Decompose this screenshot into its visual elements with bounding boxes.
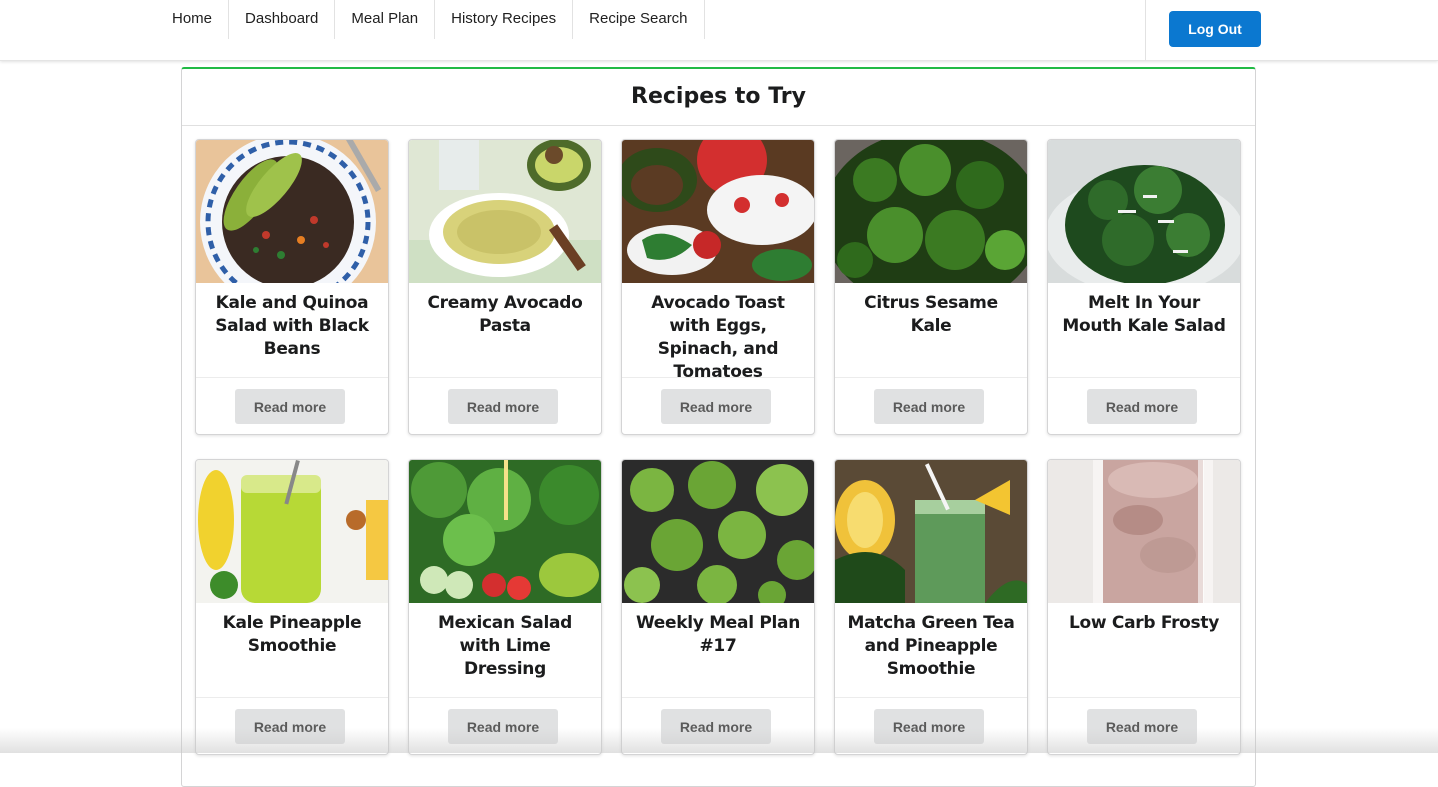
card-footer: Read more bbox=[835, 377, 1027, 434]
recipe-card: Kale and Quinoa Salad with Black Beans R… bbox=[195, 139, 389, 435]
read-more-button[interactable]: Read more bbox=[661, 709, 771, 744]
read-more-button[interactable]: Read more bbox=[874, 709, 984, 744]
recipe-card: Mexican Salad with Lime Dressing Read mo… bbox=[408, 459, 602, 755]
recipe-title: Kale and Quinoa Salad with Black Beans bbox=[215, 293, 369, 359]
avocado-toast-photo bbox=[622, 140, 814, 283]
nav-item-dashboard[interactable]: Dashboard bbox=[229, 0, 336, 39]
quinoa-salad-photo bbox=[196, 140, 388, 283]
top-navbar: Home Dashboard Meal Plan History Recipes… bbox=[0, 0, 1438, 61]
recipe-card: Citrus Sesame Kale Read more bbox=[834, 139, 1028, 435]
nav-item-history-recipes[interactable]: History Recipes bbox=[435, 0, 574, 39]
card-footer: Read more bbox=[409, 377, 601, 434]
recipe-card: Low Carb Frosty Read more bbox=[1047, 459, 1241, 755]
matcha-smoothie-photo bbox=[835, 460, 1027, 603]
card-footer: Read more bbox=[1048, 377, 1240, 434]
recipes-panel: Recipes to Try Kale and Quinoa Salad wit… bbox=[181, 67, 1256, 787]
roasted-broccoli-photo bbox=[622, 460, 814, 603]
recipe-card: Melt In Your Mouth Kale Salad Read more bbox=[1047, 139, 1241, 435]
recipe-card: Kale Pineapple Smoothie Read more bbox=[195, 459, 389, 755]
nav-menu: Home Dashboard Meal Plan History Recipes… bbox=[156, 0, 705, 39]
recipe-card: Matcha Green Tea and Pineapple Smoothie … bbox=[834, 459, 1028, 755]
nav-item-home[interactable]: Home bbox=[156, 0, 230, 39]
recipe-title: Avocado Toast with Eggs, Spinach, and To… bbox=[651, 293, 785, 382]
card-footer: Read more bbox=[622, 697, 814, 754]
frosty-shake-photo bbox=[1048, 460, 1240, 603]
card-footer: Read more bbox=[196, 377, 388, 434]
card-footer: Read more bbox=[196, 697, 388, 754]
recipe-title: Matcha Green Tea and Pineapple Smoothie bbox=[847, 613, 1015, 679]
read-more-button[interactable]: Read more bbox=[448, 709, 558, 744]
read-more-button[interactable]: Read more bbox=[235, 709, 345, 744]
recipe-title: Low Carb Frosty bbox=[1069, 613, 1219, 633]
recipe-title: Weekly Meal Plan #17 bbox=[635, 613, 801, 656]
nav-item-meal-plan[interactable]: Meal Plan bbox=[335, 0, 436, 39]
mexican-salad-photo bbox=[409, 460, 601, 603]
card-footer: Read more bbox=[1048, 697, 1240, 754]
sesame-kale-photo bbox=[835, 140, 1027, 283]
recipe-title: Creamy Avocado Pasta bbox=[427, 293, 583, 336]
kale-salad-photo bbox=[1048, 140, 1240, 283]
recipe-card: Weekly Meal Plan #17 Read more bbox=[621, 459, 815, 755]
recipe-title: Kale Pineapple Smoothie bbox=[222, 613, 362, 656]
card-footer: Read more bbox=[622, 377, 814, 434]
recipe-title: Citrus Sesame Kale bbox=[864, 293, 998, 336]
logout-button[interactable]: Log Out bbox=[1169, 11, 1261, 47]
read-more-button[interactable]: Read more bbox=[874, 389, 984, 424]
read-more-button[interactable]: Read more bbox=[1087, 389, 1197, 424]
card-footer: Read more bbox=[835, 697, 1027, 754]
green-smoothie-photo bbox=[196, 460, 388, 603]
panel-title: Recipes to Try bbox=[182, 69, 1255, 126]
read-more-button[interactable]: Read more bbox=[235, 389, 345, 424]
read-more-button[interactable]: Read more bbox=[448, 389, 558, 424]
recipe-title: Mexican Salad with Lime Dressing bbox=[437, 613, 573, 679]
read-more-button[interactable]: Read more bbox=[661, 389, 771, 424]
avocado-pasta-photo bbox=[409, 140, 601, 283]
nav-item-recipe-search[interactable]: Recipe Search bbox=[573, 0, 705, 39]
read-more-button[interactable]: Read more bbox=[1087, 709, 1197, 744]
card-footer: Read more bbox=[409, 697, 601, 754]
recipe-card: Avocado Toast with Eggs, Spinach, and To… bbox=[621, 139, 815, 435]
recipe-grid: Kale and Quinoa Salad with Black Beans R… bbox=[195, 139, 1241, 755]
recipe-title: Melt In Your Mouth Kale Salad bbox=[1062, 293, 1226, 336]
recipe-card: Creamy Avocado Pasta Read more bbox=[408, 139, 602, 435]
